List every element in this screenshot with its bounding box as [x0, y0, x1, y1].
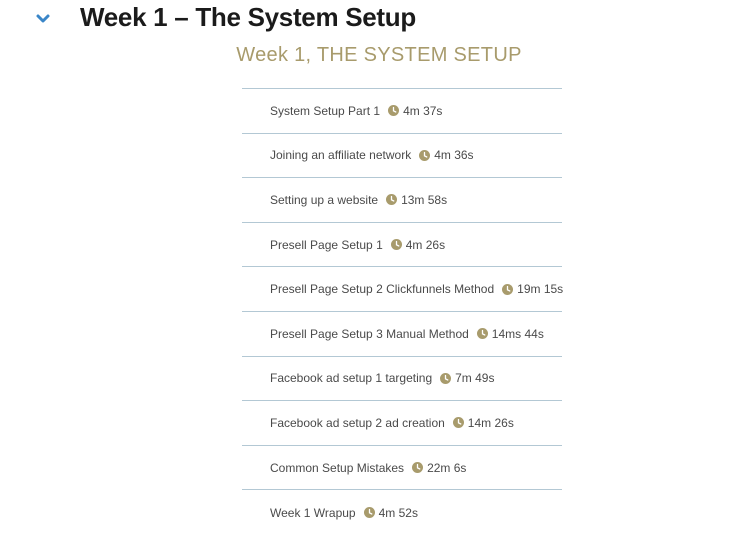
lesson-item[interactable]: Week 1 Wrapup 4m 52s: [242, 490, 562, 535]
lesson-title: System Setup Part 1: [270, 103, 381, 118]
lesson-duration: 4m 36s: [434, 148, 474, 163]
clock-icon: [388, 105, 400, 117]
section-title: Week 1 – The System Setup: [80, 2, 416, 32]
clock-icon: [440, 372, 452, 384]
lesson-title: Common Setup Mistakes: [270, 460, 405, 475]
lesson-title: Setting up a website: [270, 192, 379, 207]
lesson-item[interactable]: Setting up a website 13m 58s: [242, 178, 562, 223]
clock-icon: [476, 328, 488, 340]
lesson-item[interactable]: System Setup Part 1 4m 37s: [242, 89, 562, 134]
lesson-duration: 14m 26s: [467, 415, 514, 430]
lesson-title: Facebook ad setup 1 targeting: [270, 371, 433, 386]
section-header: Week 1 – The System Setup: [0, 0, 731, 40]
chevron-down-icon[interactable]: [35, 10, 51, 26]
lesson-title: Presell Page Setup 1: [270, 237, 383, 252]
clock-icon: [452, 417, 464, 429]
lesson-duration: 7m 49s: [455, 371, 495, 386]
clock-icon: [412, 462, 424, 474]
lesson-item[interactable]: Presell Page Setup 3 Manual Method 14ms …: [242, 312, 562, 357]
clock-icon: [390, 239, 402, 251]
lesson-duration: 4m 26s: [405, 237, 446, 252]
lesson-item[interactable]: Facebook ad setup 1 targeting 7m 49s: [242, 357, 562, 402]
lesson-title: Presell Page Setup 2 Clickfunnels Method: [270, 282, 495, 297]
lesson-list-heading: Week 1, THE SYSTEM SETUP: [236, 44, 522, 66]
lesson-duration: 19m 15s: [517, 282, 564, 297]
lesson-title: Week 1 Wrapup: [270, 505, 356, 520]
lesson-item[interactable]: Facebook ad setup 2 ad creation 14m 26s: [242, 401, 562, 446]
lesson-duration: 22m 6s: [427, 460, 467, 475]
lesson-item[interactable]: Presell Page Setup 1 4m 26s: [242, 223, 562, 268]
lesson-title: Presell Page Setup 3 Manual Method: [270, 326, 469, 341]
lesson-duration: 13m 58s: [401, 192, 448, 207]
lesson-duration: 4m 37s: [403, 103, 443, 118]
clock-icon: [386, 194, 398, 206]
lesson-duration: 4m 52s: [378, 505, 418, 520]
lesson-item[interactable]: Presell Page Setup 2 Clickfunnels Method…: [242, 267, 564, 312]
clock-icon: [363, 507, 375, 519]
clock-icon: [419, 149, 431, 161]
lesson-title: Facebook ad setup 2 ad creation: [270, 415, 445, 430]
lesson-duration: 14ms 44s: [491, 326, 544, 341]
lesson-item[interactable]: Joining an affiliate network 4m 36s: [242, 134, 562, 179]
lesson-item[interactable]: Common Setup Mistakes 22m 6s: [242, 446, 562, 491]
clock-icon: [502, 283, 514, 295]
lesson-title: Joining an affiliate network: [270, 148, 412, 163]
lesson-list: System Setup Part 1 4m 37s Joining an af…: [242, 88, 564, 535]
